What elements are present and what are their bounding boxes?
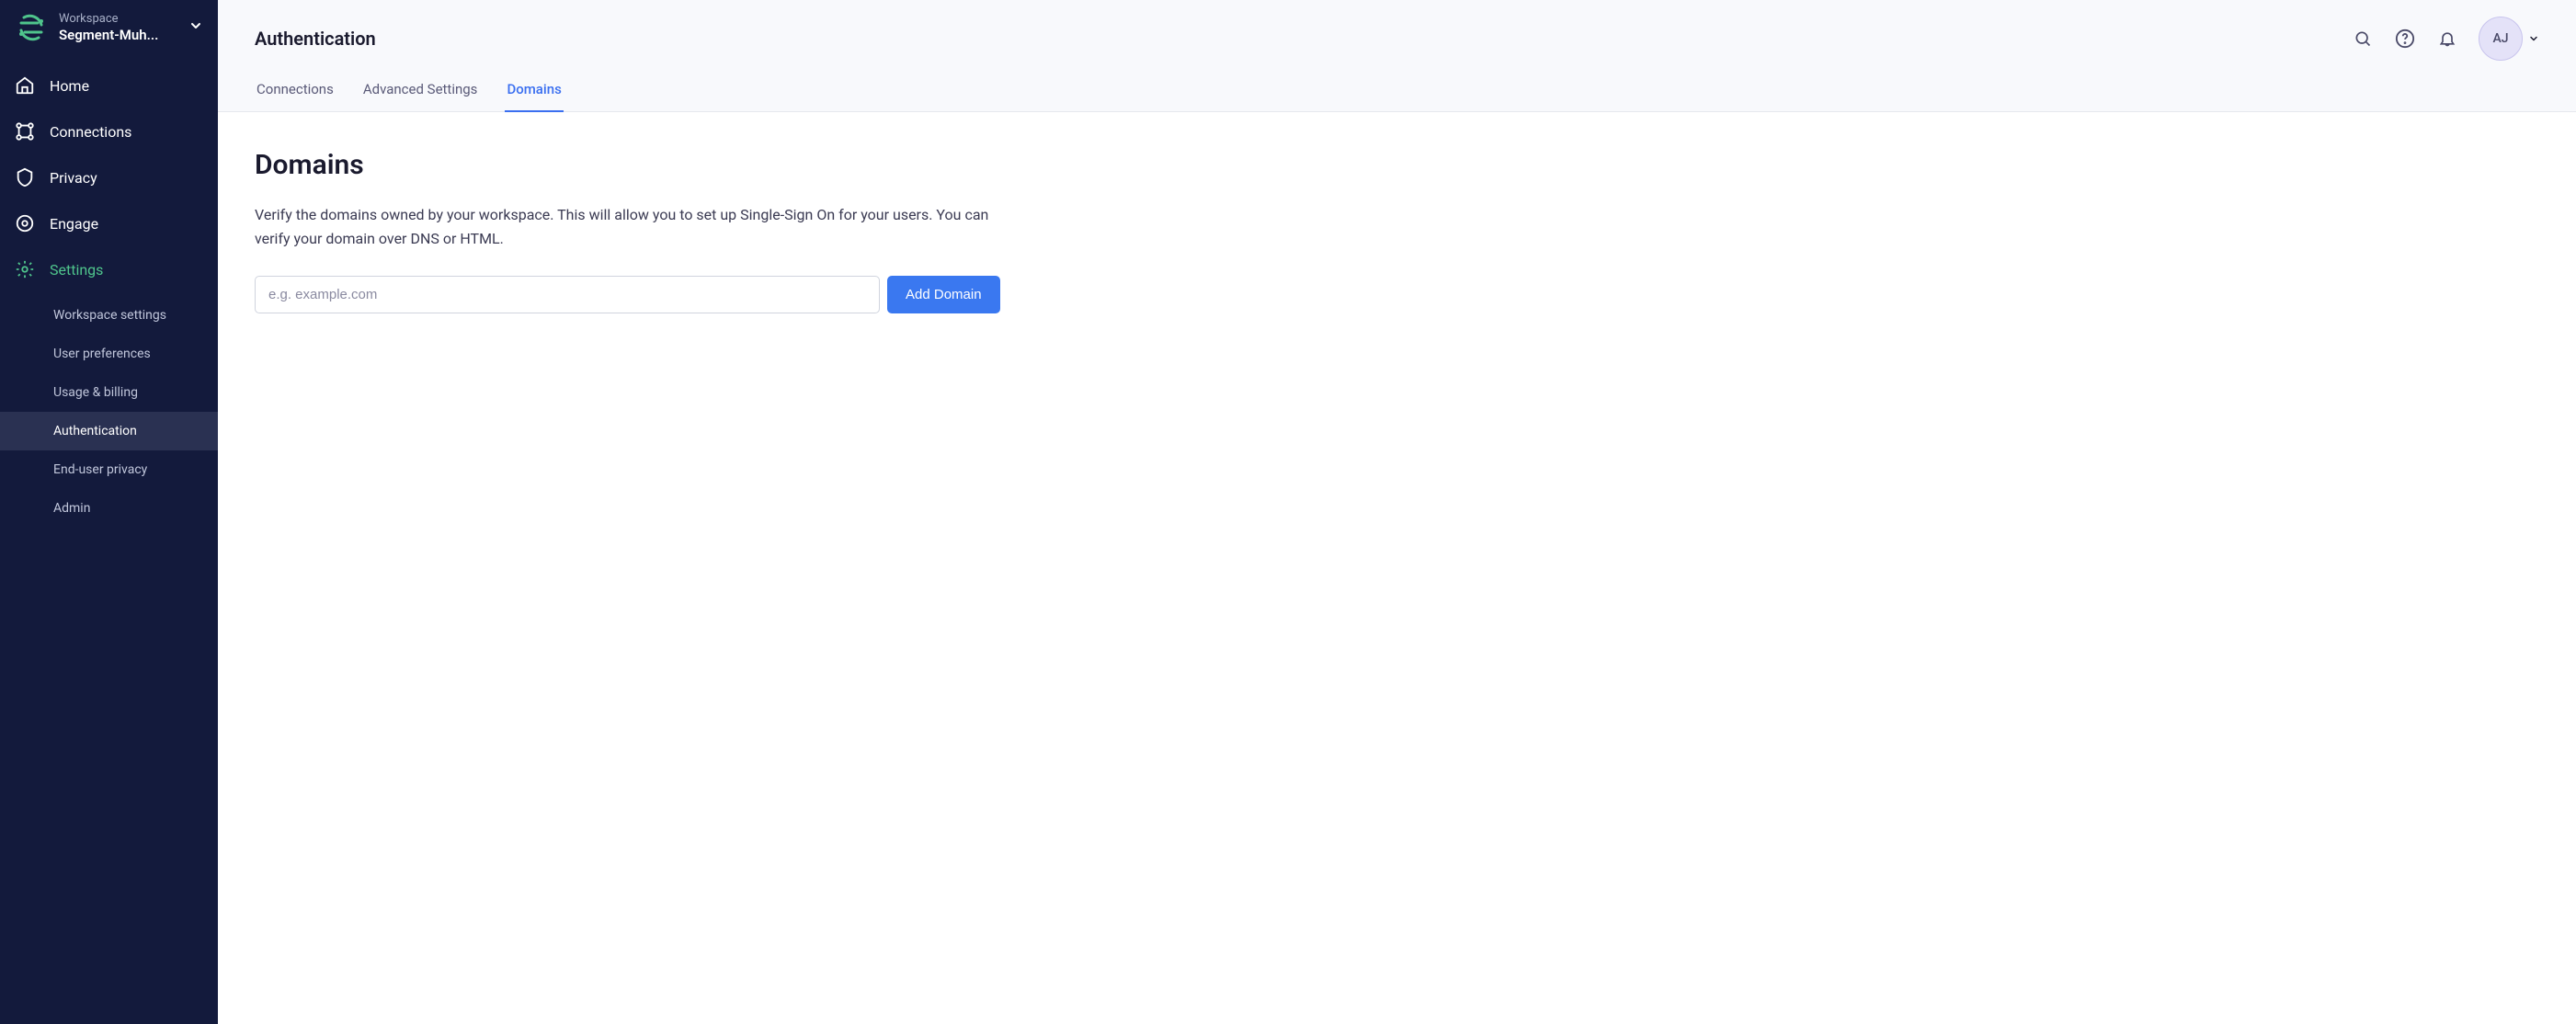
home-icon xyxy=(15,75,35,96)
tab-advanced-settings[interactable]: Advanced Settings xyxy=(361,68,480,112)
workspace-info: Workspace Segment-Muh... xyxy=(59,12,177,44)
workspace-label: Workspace xyxy=(59,12,177,28)
section-title: Domains xyxy=(255,149,1192,181)
workspace-name: Segment-Muh... xyxy=(59,27,177,43)
nav-label: Engage xyxy=(50,215,98,233)
connections-icon xyxy=(15,121,35,142)
sidebar: Workspace Segment-Muh... Home Connection… xyxy=(0,0,218,1024)
nav-label: Home xyxy=(50,77,89,95)
shield-icon xyxy=(15,167,35,188)
segment-logo-icon xyxy=(15,11,48,44)
main-area: Authentication AJ Co xyxy=(218,0,2576,1024)
tab-connections[interactable]: Connections xyxy=(255,68,336,112)
sidebar-item-settings[interactable]: Settings xyxy=(0,246,218,292)
bell-icon xyxy=(2438,29,2456,48)
sidebar-item-engage[interactable]: Engage xyxy=(0,200,218,246)
domain-input[interactable] xyxy=(255,276,880,313)
topbar-upper: Authentication AJ xyxy=(218,0,2576,68)
sub-nav-user-preferences[interactable]: User preferences xyxy=(0,335,218,373)
help-icon xyxy=(2395,28,2415,49)
help-button[interactable] xyxy=(2394,28,2416,50)
engage-icon xyxy=(15,213,35,233)
gear-icon xyxy=(15,259,35,279)
avatar: AJ xyxy=(2479,17,2523,61)
nav-label: Settings xyxy=(50,261,103,279)
sub-nav-usage-billing[interactable]: Usage & billing xyxy=(0,373,218,412)
page-title: Authentication xyxy=(255,28,376,50)
chevron-down-icon xyxy=(2528,30,2539,48)
tab-domains[interactable]: Domains xyxy=(505,68,563,112)
nav-label: Connections xyxy=(50,123,131,141)
search-icon xyxy=(2354,29,2372,48)
topbar-actions: AJ xyxy=(2352,17,2539,61)
content: Domains Verify the domains owned by your… xyxy=(218,112,1229,350)
tabs: Connections Advanced Settings Domains xyxy=(218,68,2576,111)
section-description: Verify the domains owned by your workspa… xyxy=(255,203,990,250)
topbar: Authentication AJ Co xyxy=(218,0,2576,112)
sub-nav-admin[interactable]: Admin xyxy=(0,489,218,528)
domain-form: Add Domain xyxy=(255,276,1192,313)
search-button[interactable] xyxy=(2352,28,2374,50)
sidebar-item-home[interactable]: Home xyxy=(0,63,218,108)
user-menu[interactable]: AJ xyxy=(2479,17,2539,61)
notifications-button[interactable] xyxy=(2436,28,2458,50)
sub-nav-end-user-privacy[interactable]: End-user privacy xyxy=(0,450,218,489)
primary-nav: Home Connections Privacy Engage Settings xyxy=(0,55,218,292)
sub-nav-authentication[interactable]: Authentication xyxy=(0,412,218,450)
nav-label: Privacy xyxy=(50,169,97,187)
sidebar-item-privacy[interactable]: Privacy xyxy=(0,154,218,200)
chevron-down-icon xyxy=(188,18,203,37)
sidebar-item-connections[interactable]: Connections xyxy=(0,108,218,154)
add-domain-button[interactable]: Add Domain xyxy=(887,276,1000,313)
settings-sub-nav: Workspace settings User preferences Usag… xyxy=(0,292,218,528)
sub-nav-workspace-settings[interactable]: Workspace settings xyxy=(0,296,218,335)
workspace-switcher[interactable]: Workspace Segment-Muh... xyxy=(0,0,218,55)
